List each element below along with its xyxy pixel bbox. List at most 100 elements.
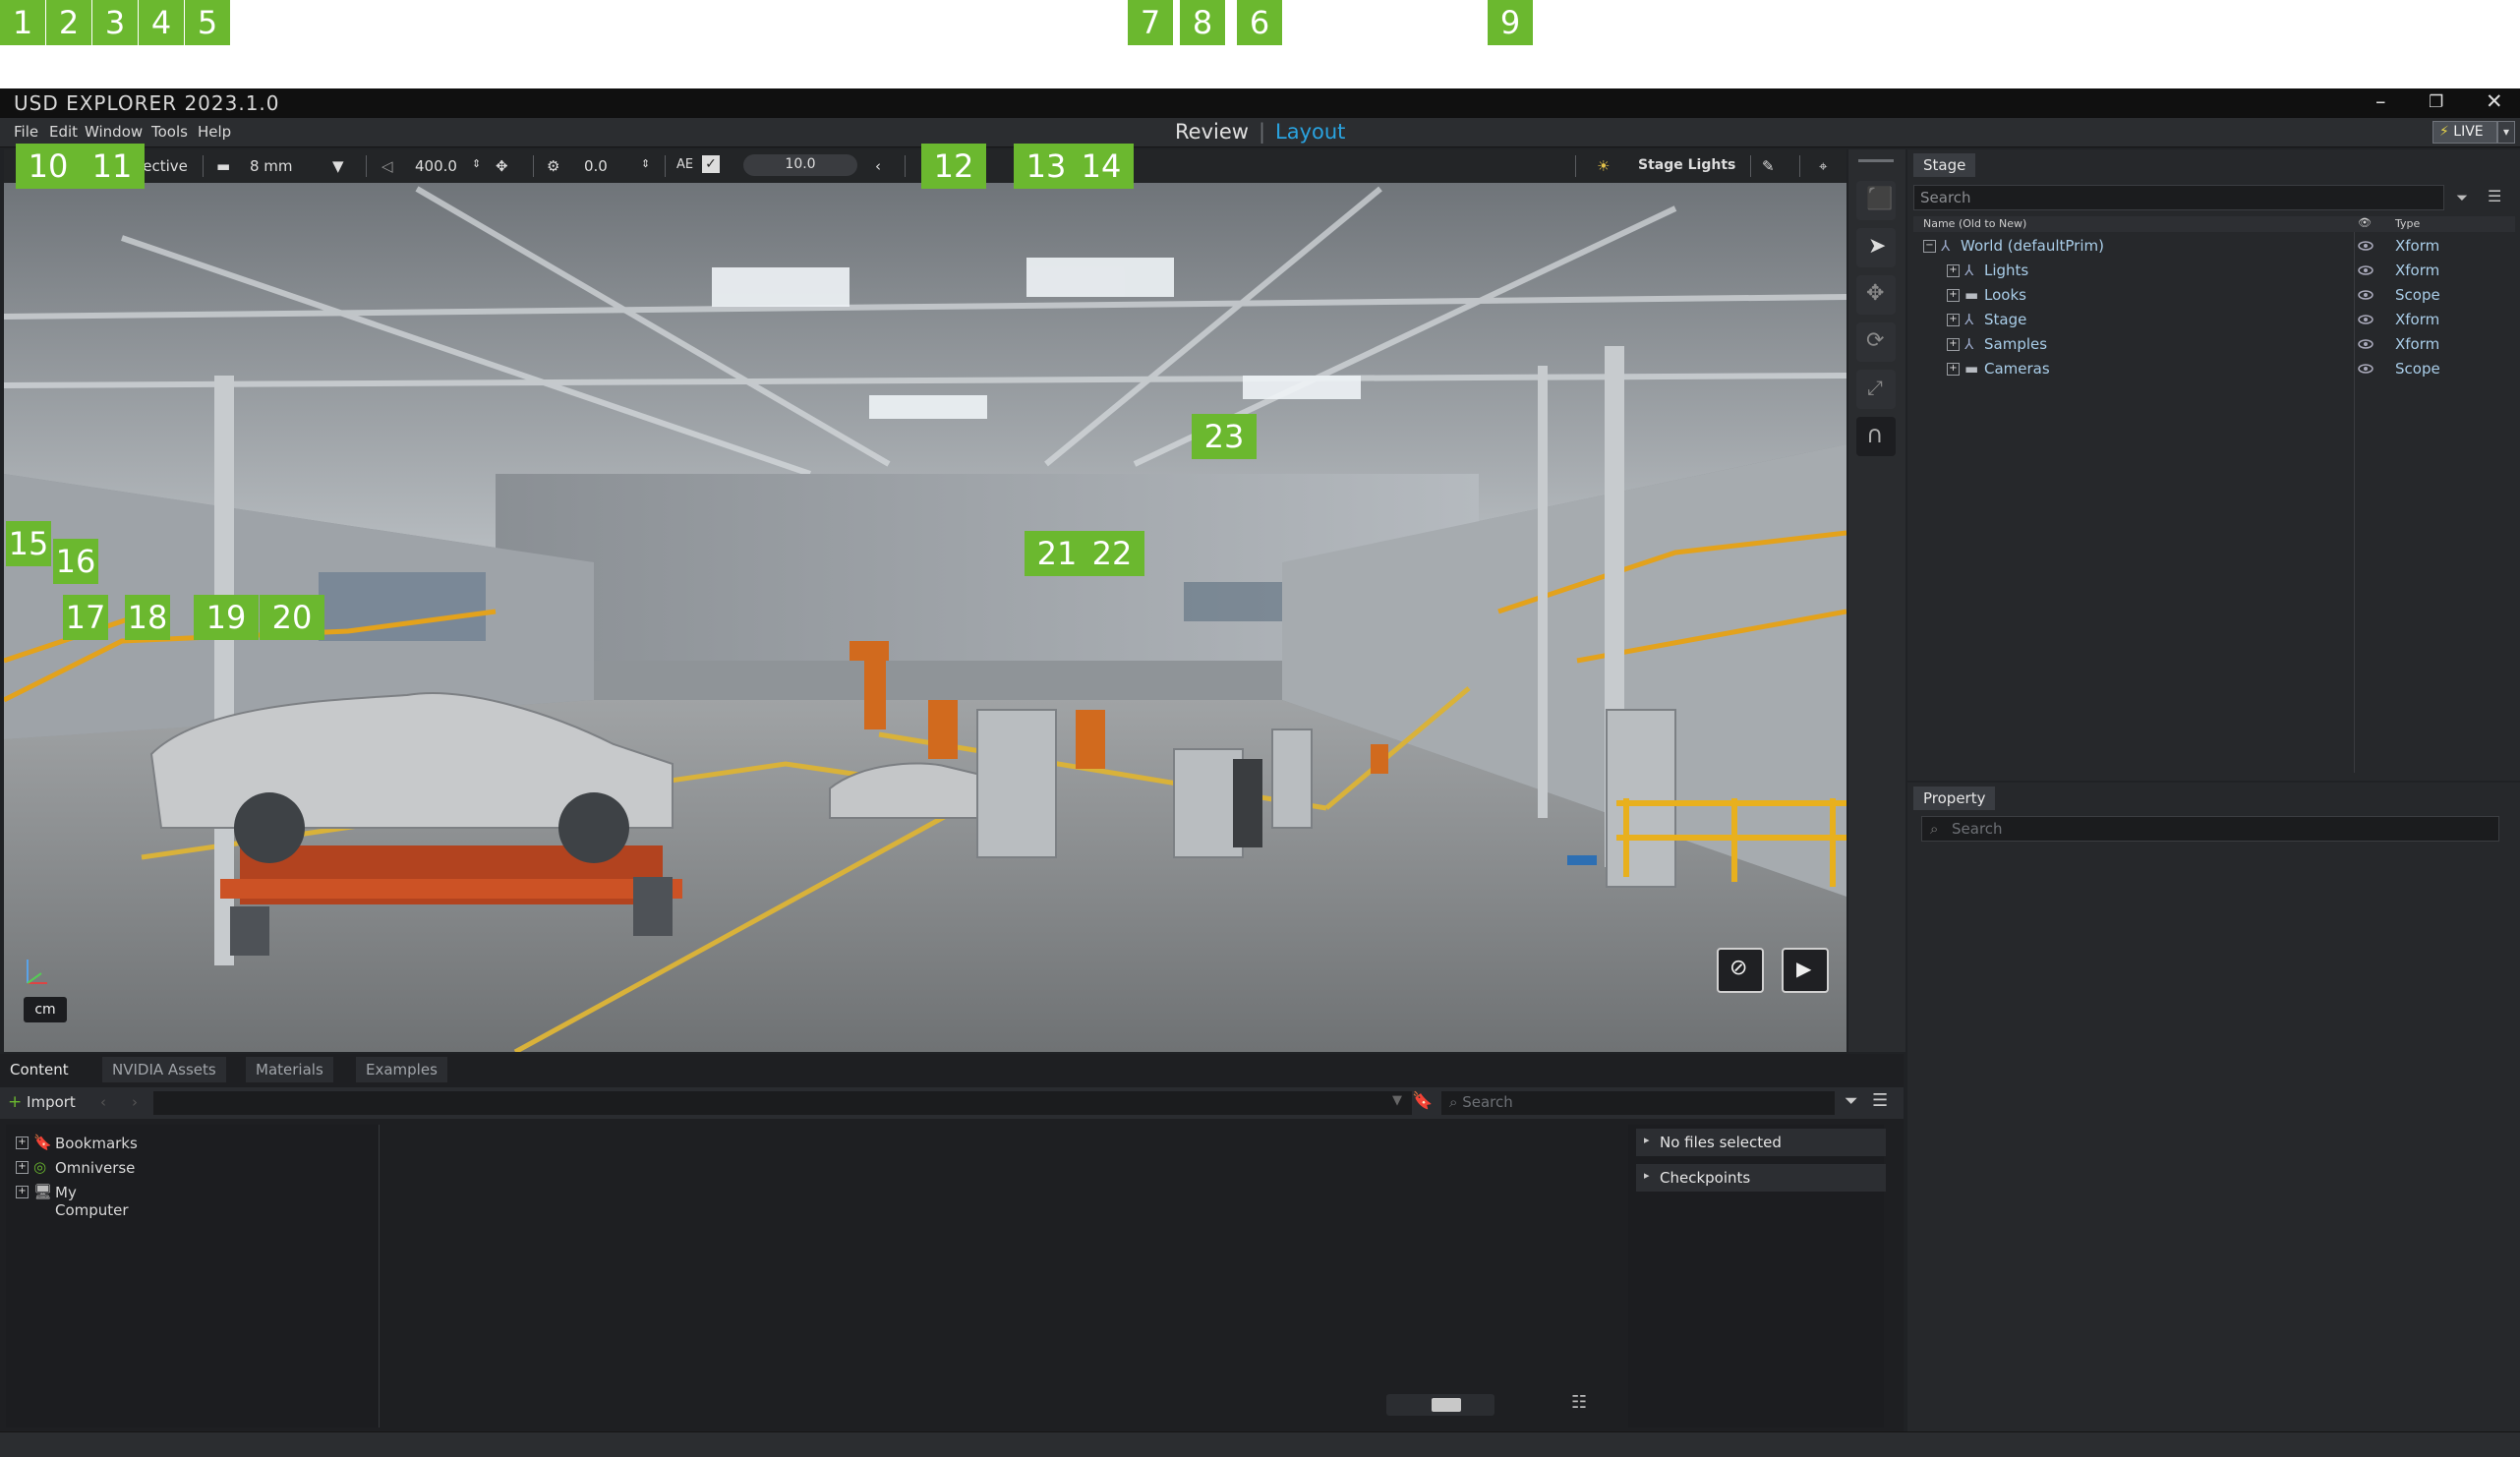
- slider-handle[interactable]: [1432, 1398, 1461, 1412]
- expand-icon[interactable]: +: [16, 1136, 29, 1149]
- tab-examples[interactable]: Examples: [356, 1057, 447, 1082]
- play-button[interactable]: ▶: [1782, 948, 1829, 993]
- visibility-eye-icon[interactable]: [2358, 312, 2373, 327]
- content-file-grid[interactable]: ☷: [383, 1125, 1624, 1428]
- filter-icon[interactable]: ⏷: [2456, 189, 2468, 206]
- close-icon[interactable]: ✕: [2486, 89, 2503, 113]
- expand-icon[interactable]: +: [1947, 338, 1960, 351]
- status-bar: [0, 1431, 2520, 1457]
- tree-row-looks[interactable]: + ▬ Looks Scope: [1913, 283, 2515, 308]
- restore-icon[interactable]: ❐: [2429, 92, 2443, 112]
- snap-button[interactable]: ∩: [1856, 417, 1896, 456]
- select-button[interactable]: ➤: [1856, 228, 1896, 267]
- tab-content[interactable]: Content: [0, 1057, 79, 1082]
- pencil-icon[interactable]: ✎: [1762, 157, 1775, 175]
- visibility-eye-icon[interactable]: [2358, 361, 2373, 377]
- live-button[interactable]: ⚡ LIVE: [2432, 121, 2497, 144]
- thumbnail-size-slider[interactable]: [1386, 1394, 1494, 1416]
- move-button[interactable]: ✥: [1856, 275, 1896, 315]
- menu-window[interactable]: Window: [85, 123, 143, 141]
- fstop-value[interactable]: 0.0: [584, 157, 608, 175]
- rotate-button[interactable]: ⟳: [1856, 322, 1896, 362]
- fstop-stepper-icon[interactable]: ⇕: [641, 157, 650, 170]
- view-cube-button[interactable]: ⬛: [1856, 181, 1896, 220]
- tree-row-world[interactable]: − ⅄ World (defaultPrim) Xform: [1913, 234, 2515, 259]
- no-files-selected-section[interactable]: ▸ No files selected: [1636, 1129, 1886, 1156]
- tree-row-samples[interactable]: + ⅄ Samples Xform: [1913, 332, 2515, 357]
- tree-row-type: Scope: [2395, 286, 2440, 304]
- tab-stage[interactable]: Stage: [1913, 153, 1976, 177]
- minimize-icon[interactable]: –: [2375, 89, 2386, 113]
- expand-icon[interactable]: +: [1947, 264, 1960, 277]
- screenshot-button[interactable]: ⊘: [1717, 948, 1764, 993]
- property-search-input[interactable]: ⌕ Search: [1921, 816, 2499, 842]
- back-arrow-icon[interactable]: ‹: [100, 1093, 106, 1111]
- bookmark-icon[interactable]: 🔖: [1412, 1091, 1433, 1111]
- collapse-arrow-icon[interactable]: ‹: [875, 157, 881, 175]
- expand-icon[interactable]: +: [1947, 314, 1960, 326]
- menu-file[interactable]: File: [14, 123, 38, 141]
- bookmark-folder-icon: 🔖: [33, 1134, 52, 1151]
- layout-mode-tab[interactable]: Layout: [1275, 120, 1345, 144]
- menu-help[interactable]: Help: [198, 123, 231, 141]
- tree-node-label: Omniverse: [55, 1159, 136, 1177]
- path-dropdown-icon[interactable]: ▼: [1392, 1093, 1402, 1108]
- tree-row-stage[interactable]: + ⅄ Stage Xform: [1913, 308, 2515, 332]
- compass-icon: ⊘: [1729, 956, 1748, 980]
- expand-icon[interactable]: +: [16, 1161, 29, 1174]
- collapse-icon[interactable]: −: [1923, 240, 1936, 253]
- review-mode-tab[interactable]: Review: [1175, 120, 1249, 144]
- tree-row-type: Scope: [2395, 360, 2440, 378]
- name-column-header[interactable]: Name (Old to New): [1923, 217, 2026, 230]
- content-toolbar: + Import ‹ › ▼ 🔖 ⌕ Search ⏷ ☰: [0, 1087, 1904, 1119]
- options-menu-icon[interactable]: ☰: [2488, 187, 2501, 205]
- tab-nvidia-assets[interactable]: NVIDIA Assets: [102, 1057, 226, 1082]
- focal-length-dropdown-icon[interactable]: ▼: [332, 157, 344, 175]
- path-input[interactable]: ▼: [153, 1091, 1412, 1115]
- xform-icon: ⅄: [1941, 237, 1951, 255]
- import-button[interactable]: + Import: [8, 1092, 76, 1114]
- expand-icon[interactable]: +: [1947, 363, 1960, 376]
- tree-row-cameras[interactable]: + ▬ Cameras Scope: [1913, 357, 2515, 381]
- tree-row-label: Lights: [1984, 262, 2029, 279]
- content-search-input[interactable]: ⌕ Search: [1441, 1091, 1835, 1115]
- tab-materials[interactable]: Materials: [246, 1057, 333, 1082]
- content-details: ▸ No files selected ▸ Checkpoints: [1628, 1125, 1886, 1428]
- checkpoints-section[interactable]: ▸ Checkpoints: [1636, 1164, 1886, 1192]
- stage-lights-menu[interactable]: Stage Lights: [1638, 157, 1735, 173]
- waypoint-pin-icon[interactable]: ⌖: [1819, 157, 1827, 175]
- live-dropdown-button[interactable]: ▾: [2497, 121, 2515, 144]
- expand-icon[interactable]: +: [16, 1186, 29, 1198]
- callout-badge: 20: [260, 595, 324, 640]
- menu-edit[interactable]: Edit: [49, 123, 78, 141]
- navigation-crosshair-icon[interactable]: ✥: [496, 157, 508, 175]
- drag-handle[interactable]: [1858, 159, 1894, 162]
- speed-stepper-icon[interactable]: ⇕: [472, 157, 481, 170]
- tree-row-lights[interactable]: + ⅄ Lights Xform: [1913, 259, 2515, 283]
- toolbar-divider: [1799, 155, 1800, 177]
- expand-icon[interactable]: +: [1947, 289, 1960, 302]
- auto-exposure-checkbox[interactable]: ✓: [702, 155, 720, 173]
- options-menu-icon[interactable]: ☰: [1872, 1090, 1888, 1111]
- sun-lights-icon[interactable]: ☀: [1597, 157, 1610, 175]
- visibility-eye-icon[interactable]: [2358, 287, 2373, 303]
- visibility-eye-icon[interactable]: [2358, 238, 2373, 254]
- menu-tools[interactable]: Tools: [151, 123, 188, 141]
- tree-row-type: Xform: [2395, 237, 2440, 255]
- visibility-eye-icon[interactable]: [2358, 336, 2373, 352]
- filter-icon[interactable]: ⏷: [1845, 1091, 1858, 1111]
- camera-speed-value[interactable]: 400.0: [415, 157, 457, 175]
- list-view-icon[interactable]: ☷: [1571, 1392, 1587, 1413]
- focal-length-value[interactable]: 8 mm: [250, 157, 293, 175]
- callout-badge: 5: [185, 0, 230, 45]
- tab-property[interactable]: Property: [1913, 787, 1996, 810]
- toolbar-divider: [366, 155, 367, 177]
- scale-button[interactable]: ⤢: [1856, 370, 1896, 409]
- tree-row-label: Stage: [1984, 311, 2027, 328]
- units-button[interactable]: cm: [24, 997, 67, 1022]
- type-column-header[interactable]: Type: [2395, 217, 2420, 230]
- stage-search-input[interactable]: Search: [1913, 185, 2444, 210]
- exposure-slider[interactable]: 10.0: [743, 154, 857, 176]
- visibility-eye-icon[interactable]: [2358, 262, 2373, 278]
- forward-arrow-icon[interactable]: ›: [132, 1093, 138, 1111]
